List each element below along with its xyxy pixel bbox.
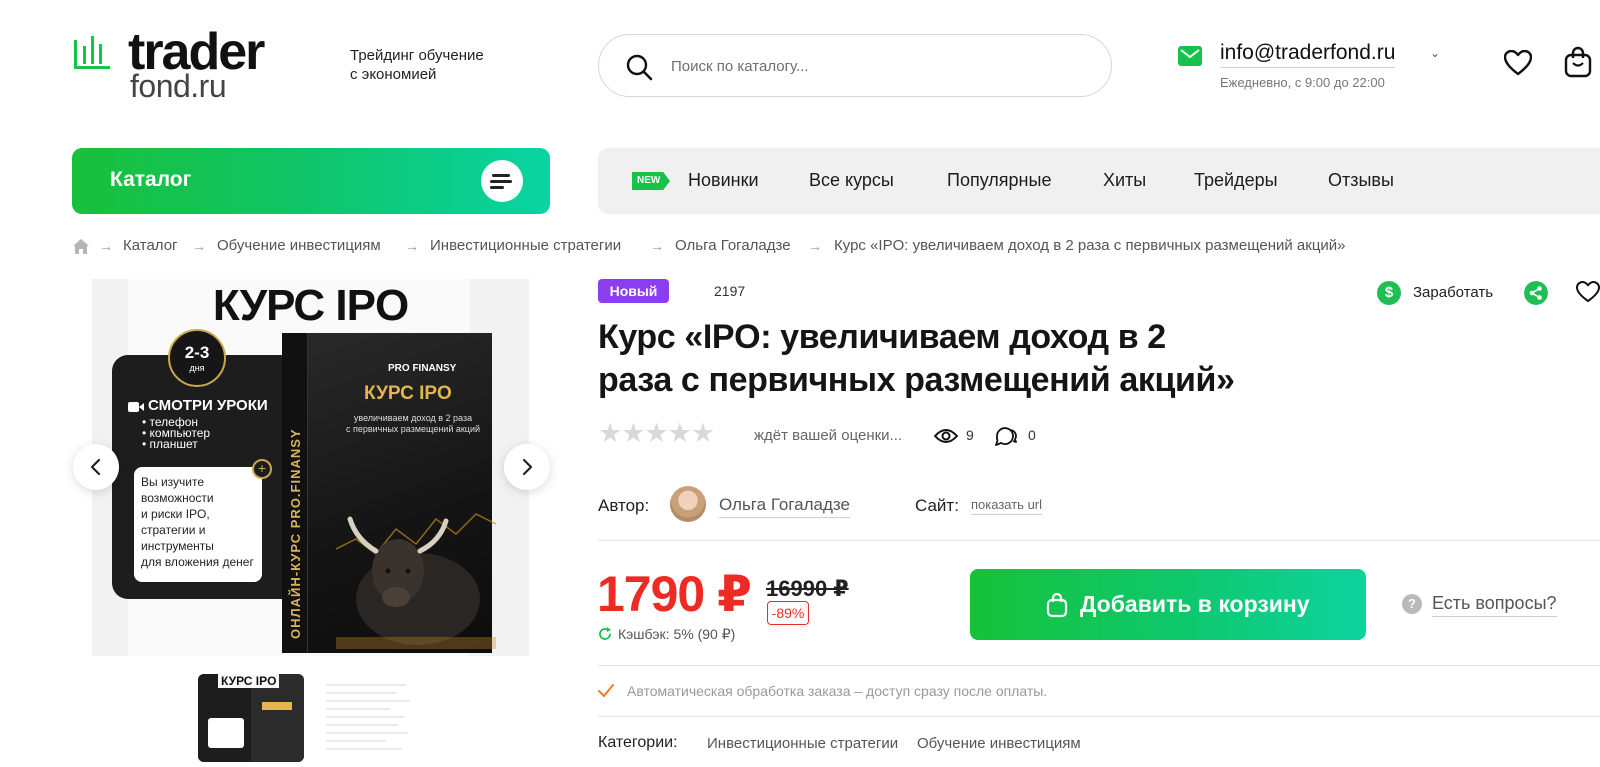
- course-box-brand: PRO FINANSY: [388, 363, 457, 374]
- gallery-next-button[interactable]: [504, 444, 550, 490]
- watch-title: СМОТРИ УРОКИ: [148, 397, 268, 414]
- device-item: • планшет: [142, 437, 198, 451]
- refresh-icon: [599, 627, 611, 640]
- chart-logo-icon: [74, 36, 110, 69]
- product-sku: 2197: [714, 283, 746, 299]
- question-icon[interactable]: ?: [1402, 594, 1422, 614]
- gallery-prev-button[interactable]: [73, 444, 119, 490]
- product-image[interactable]: КУРС IPO 2-3 дня СМОТРИ УРОКИ • телефон …: [92, 279, 529, 656]
- catalog-button-label: Каталог: [110, 168, 192, 191]
- auto-processing-note: Автоматическая обработка заказа – доступ…: [627, 683, 1048, 699]
- plus-icon: +: [252, 459, 272, 479]
- working-hours: Ежедневно, с 9:00 до 22:00: [1220, 75, 1385, 90]
- thumbnail-title: КУРС IPO: [218, 674, 280, 688]
- course-box-description: увеличиваем доход в 2 раза с первичных р…: [345, 413, 481, 434]
- author-label: Автор:: [598, 496, 650, 515]
- thumbnail-card: [208, 718, 244, 748]
- thumbnail-cover[interactable]: КУРС IPO: [198, 674, 304, 762]
- breadcrumb-arrow-icon: →: [99, 238, 113, 254]
- author-avatar[interactable]: [670, 486, 706, 522]
- eye-icon: [934, 429, 958, 443]
- new-tag: NEW: [632, 172, 670, 190]
- shopping-bag-icon: [1046, 592, 1068, 618]
- mail-icon: [1178, 46, 1202, 66]
- chevron-right-icon: [522, 458, 533, 476]
- cart-bag-icon[interactable]: [1564, 46, 1592, 78]
- nav-item-traders[interactable]: Трейдеры: [1194, 170, 1278, 191]
- comments-count: 0: [1028, 427, 1036, 443]
- checkmark-icon: [598, 684, 614, 697]
- course-box-side-text: ОНЛАЙН-КУРС PRO.FINANSY: [288, 428, 303, 639]
- breadcrumb-current: Курс «IPO: увеличиваем доход в 2 раза с …: [834, 237, 1346, 254]
- thumbnail-label: [262, 702, 292, 710]
- discount-badge: -89%: [767, 601, 809, 625]
- category-link-strategies[interactable]: Инвестиционные стратегии: [707, 735, 898, 752]
- divider: [598, 540, 1600, 541]
- thumbnail-contents[interactable]: [318, 674, 424, 762]
- author-link[interactable]: Ольга Гогаладзе: [719, 495, 850, 518]
- dollar-icon[interactable]: $: [1377, 281, 1401, 305]
- device-list: • телефон • компьютер • планшет: [142, 416, 210, 451]
- add-to-cart-label: Добавить в корзину: [1080, 591, 1310, 617]
- cover-description-card: Вы изучите возможности и риски IPO, стра…: [134, 467, 262, 582]
- breadcrumb-arrow-icon: →: [808, 238, 822, 254]
- views-count: 9: [966, 427, 974, 443]
- catalog-button[interactable]: Каталог: [72, 148, 550, 214]
- heart-icon[interactable]: [1576, 281, 1600, 303]
- new-badge: Новый: [598, 279, 669, 303]
- divider: [598, 716, 1600, 717]
- breadcrumb-investment-strategies[interactable]: Инвестиционные стратегии: [430, 237, 621, 254]
- chevron-left-icon: [90, 458, 101, 476]
- logo-word-fond: fond.ru: [130, 68, 227, 104]
- divider: [598, 665, 1600, 666]
- nav-item-all-courses[interactable]: Все курсы: [809, 170, 894, 191]
- site-logo[interactable]: trader fond.ru: [72, 23, 322, 104]
- cashback-info: Кэшбэк: 5% (90 ₽): [618, 626, 736, 642]
- show-url-link[interactable]: показать url: [971, 497, 1043, 515]
- old-price: 16990 ₽: [766, 576, 849, 601]
- favorites-heart-icon[interactable]: [1504, 50, 1532, 76]
- duration-days: 2-3: [184, 343, 210, 362]
- search-bar[interactable]: [598, 34, 1112, 97]
- contact-email[interactable]: info@traderfond.ru: [1220, 41, 1396, 68]
- filter-lines-icon: [481, 160, 523, 202]
- category-link-education[interactable]: Обучение инвестициям: [917, 735, 1081, 752]
- breadcrumb-investment-education[interactable]: Обучение инвестициям: [217, 237, 381, 254]
- product-title: Курс «IPO: увеличиваем доход в 2 раза с …: [598, 318, 1235, 399]
- search-icon[interactable]: [625, 53, 653, 81]
- breadcrumb-arrow-icon: →: [405, 238, 419, 254]
- main-nav: NEW Новинки Все курсы Популярные Хиты Тр…: [598, 148, 1600, 214]
- breadcrumb-arrow-icon: →: [192, 238, 206, 254]
- breadcrumb-catalog[interactable]: Каталог: [123, 237, 178, 254]
- breadcrumb-author[interactable]: Ольга Гогаладзе: [675, 237, 791, 254]
- current-price: 1790 ₽: [597, 566, 752, 622]
- add-to-cart-button[interactable]: Добавить в корзину: [970, 569, 1366, 640]
- video-camera-icon: [128, 402, 144, 412]
- rating-prompt: ждёт вашей оценки...: [754, 427, 903, 444]
- questions-link[interactable]: Есть вопросы?: [1432, 593, 1557, 617]
- site-label: Сайт:: [915, 496, 959, 515]
- cover-title: КУРС IPO: [212, 281, 409, 330]
- chevron-down-icon[interactable]: ⌄: [1430, 46, 1440, 60]
- breadcrumb-arrow-icon: →: [650, 238, 664, 254]
- earn-link[interactable]: Заработать: [1413, 284, 1493, 301]
- nav-item-new[interactable]: Новинки: [688, 170, 759, 191]
- bull-image: [336, 513, 496, 649]
- duration-unit: дня: [189, 363, 205, 373]
- duration-badge: 2-3 дня: [168, 329, 226, 387]
- course-box-title: КУРС IPO: [364, 383, 452, 404]
- share-icon[interactable]: [1524, 281, 1548, 305]
- rating-stars[interactable]: ★★★★★: [598, 418, 715, 449]
- nav-item-popular[interactable]: Популярные: [947, 170, 1051, 191]
- site-tagline: Трейдинг обучение с экономией: [350, 47, 484, 83]
- nav-item-hits[interactable]: Хиты: [1103, 170, 1146, 191]
- nav-item-reviews[interactable]: Отзывы: [1328, 170, 1394, 191]
- search-input[interactable]: [671, 51, 1091, 81]
- comments-icon[interactable]: [994, 424, 1018, 448]
- home-icon[interactable]: [73, 239, 89, 254]
- categories-label: Категории:: [598, 734, 678, 751]
